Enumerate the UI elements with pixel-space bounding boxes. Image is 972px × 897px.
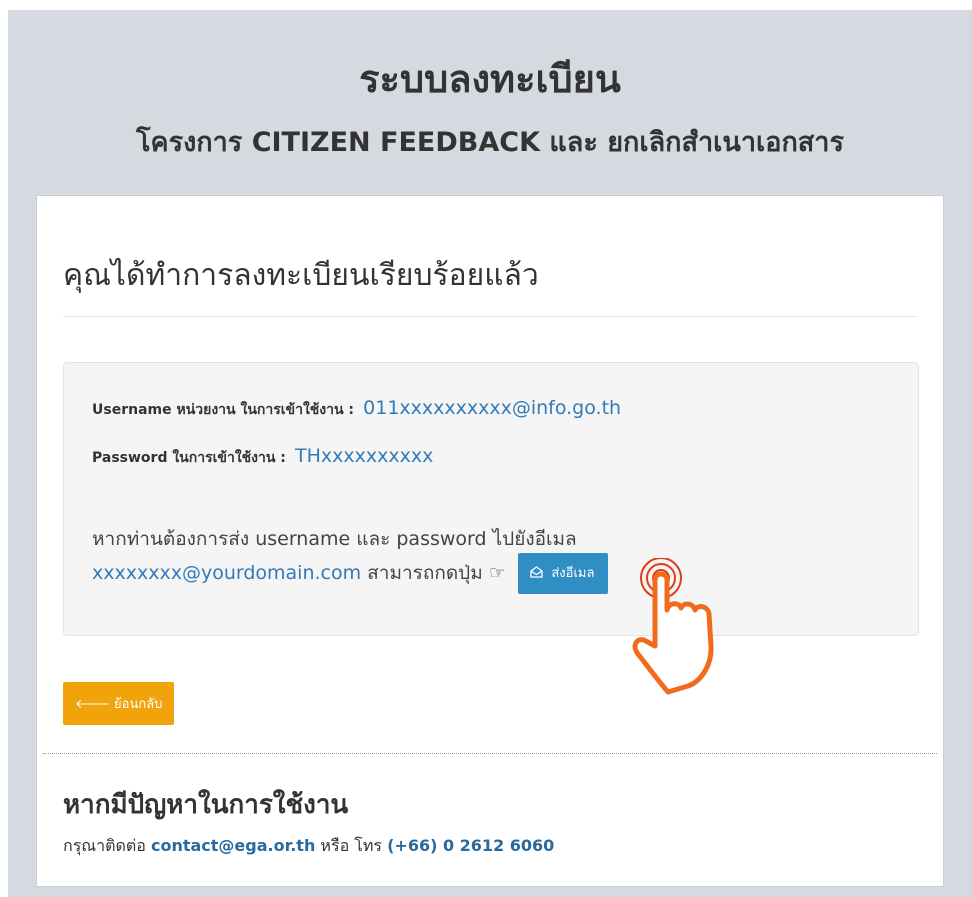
- password-row: Password ในการเข้าใช้งาน : THxxxxxxxxxx: [92, 445, 433, 469]
- pointing-hand-icon: ☞: [488, 562, 506, 584]
- registration-card: คุณได้ทำการลงทะเบียนเรียบร้อยแล้ว Userna…: [36, 195, 944, 887]
- recipient-email: xxxxxxxx@yourdomain.com: [92, 562, 362, 584]
- section-divider: [43, 753, 937, 754]
- page-subtitle: โครงการ CITIZEN FEEDBACK และ ยกเลิกสำเนา…: [136, 127, 844, 158]
- contact-or-text: หรือ โทร: [320, 836, 382, 855]
- password-value: THxxxxxxxxxx: [295, 445, 434, 467]
- send-email-note: หากท่านต้องการส่ง username และ password …: [92, 525, 609, 594]
- back-button-label: ย้อนกลับ: [114, 697, 163, 712]
- credentials-panel: Username หน่วยงาน ในการเข้าใช้งาน : 011x…: [63, 362, 919, 636]
- username-row: Username หน่วยงาน ในการเข้าใช้งาน : 011x…: [92, 397, 621, 421]
- heading-divider: [63, 316, 917, 317]
- contact-line: กรุณาติดต่อ contact@ega.or.th หรือ โทร (…: [63, 834, 554, 859]
- contact-prefix: กรุณาติดต่อ: [63, 836, 146, 855]
- envelope-open-icon: [530, 565, 547, 581]
- page-title: ระบบลงทะเบียน: [359, 57, 621, 101]
- arrow-left-icon: 🡐: [75, 697, 110, 712]
- send-email-label: ส่งอีเมล: [551, 566, 595, 581]
- back-button[interactable]: 🡐 ย้อนกลับ: [63, 682, 175, 725]
- send-email-button[interactable]: ส่งอีเมล: [517, 553, 609, 594]
- contact-phone-link[interactable]: (+66) 0 2612 6060: [387, 836, 554, 855]
- help-heading: หากมีปัญหาในการใช้งาน: [63, 790, 349, 820]
- press-text: สามารถกดปุ่ม: [367, 562, 483, 584]
- password-label: Password ในการเข้าใช้งาน :: [92, 450, 286, 466]
- success-heading: คุณได้ทำการลงทะเบียนเรียบร้อยแล้ว: [63, 258, 539, 293]
- note-line-1: หากท่านต้องการส่ง username และ password …: [92, 528, 577, 550]
- username-value: 011xxxxxxxxxx@info.go.th: [363, 397, 622, 419]
- contact-email-link[interactable]: contact@ega.or.th: [151, 836, 315, 855]
- page-background: ระบบลงทะเบียน โครงการ CITIZEN FEEDBACK แ…: [8, 10, 972, 897]
- username-label: Username หน่วยงาน ในการเข้าใช้งาน :: [92, 402, 355, 418]
- note-line-2: xxxxxxxx@yourdomain.com สามารถกดปุ่ม ☞ ส…: [92, 553, 609, 594]
